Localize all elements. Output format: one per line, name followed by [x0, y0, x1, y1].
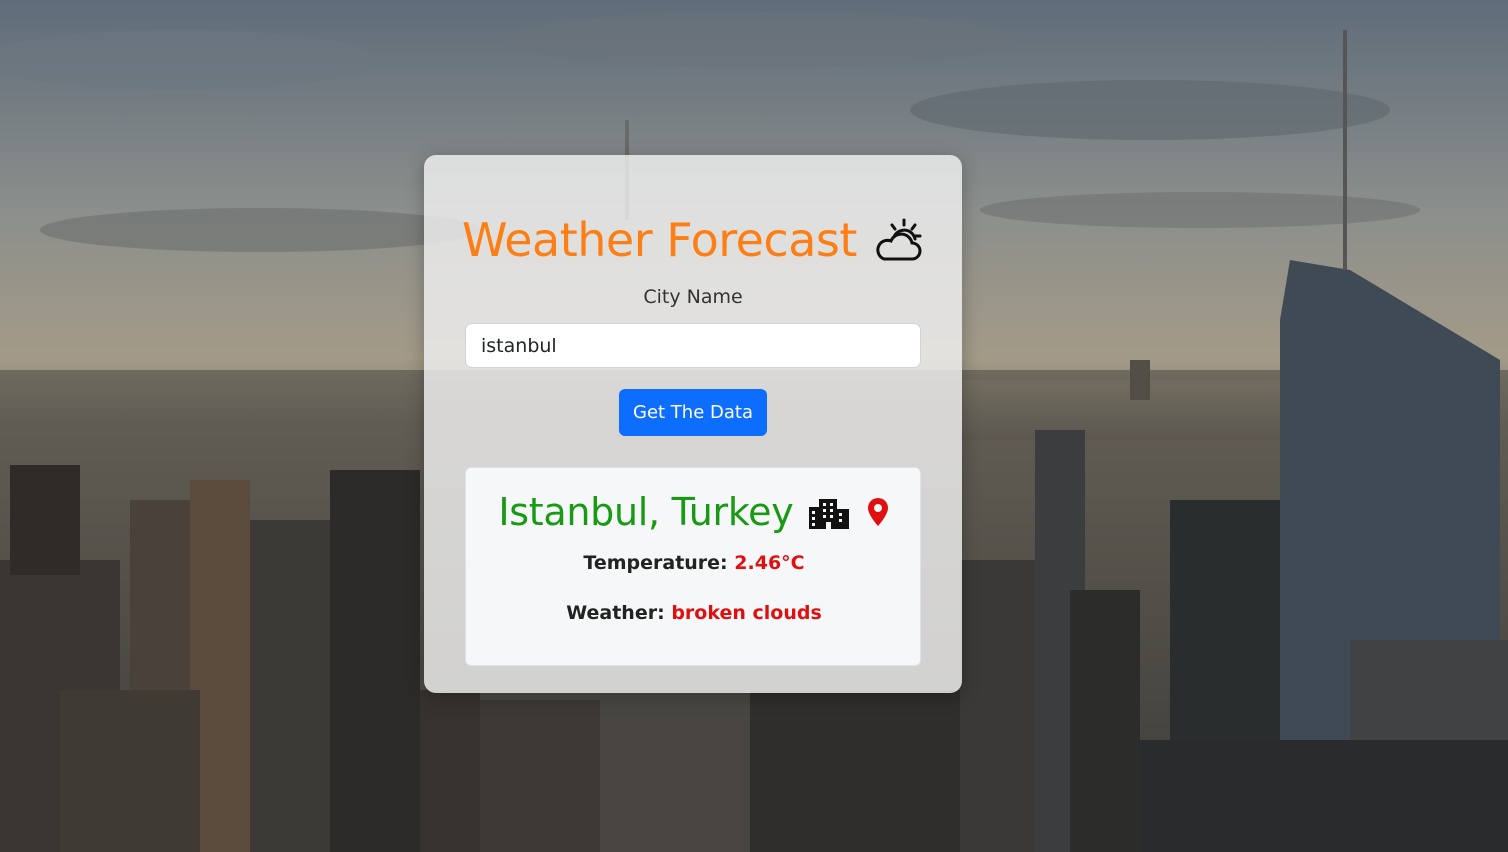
sun-behind-cloud-icon — [876, 218, 922, 261]
page-background: Weather Forecast City Name Get The Data … — [0, 0, 1508, 852]
weather-value: broken clouds — [671, 602, 822, 624]
temperature-label: Temperature: — [583, 552, 728, 574]
page-title: Weather Forecast — [461, 213, 857, 267]
temperature-value: 2.46°C — [734, 552, 805, 574]
location-row: Istanbul, Turkey — [466, 490, 922, 542]
result-panel: Istanbul, Turkey Temperature: 2.46°C Wea… — [465, 467, 921, 666]
city-name-label: City Name — [643, 286, 743, 308]
weather-line: Weather: broken clouds — [466, 602, 922, 624]
title-row: Weather Forecast — [424, 213, 962, 273]
get-data-button[interactable]: Get The Data — [619, 389, 767, 436]
location-name: Istanbul, Turkey — [498, 490, 794, 534]
city-name-input[interactable] — [465, 323, 921, 368]
city-buildings-icon — [808, 499, 849, 529]
map-pin-icon — [867, 498, 888, 526]
weather-label: Weather: — [566, 602, 665, 624]
weather-card: Weather Forecast City Name Get The Data … — [424, 155, 962, 693]
temperature-line: Temperature: 2.46°C — [466, 552, 922, 574]
